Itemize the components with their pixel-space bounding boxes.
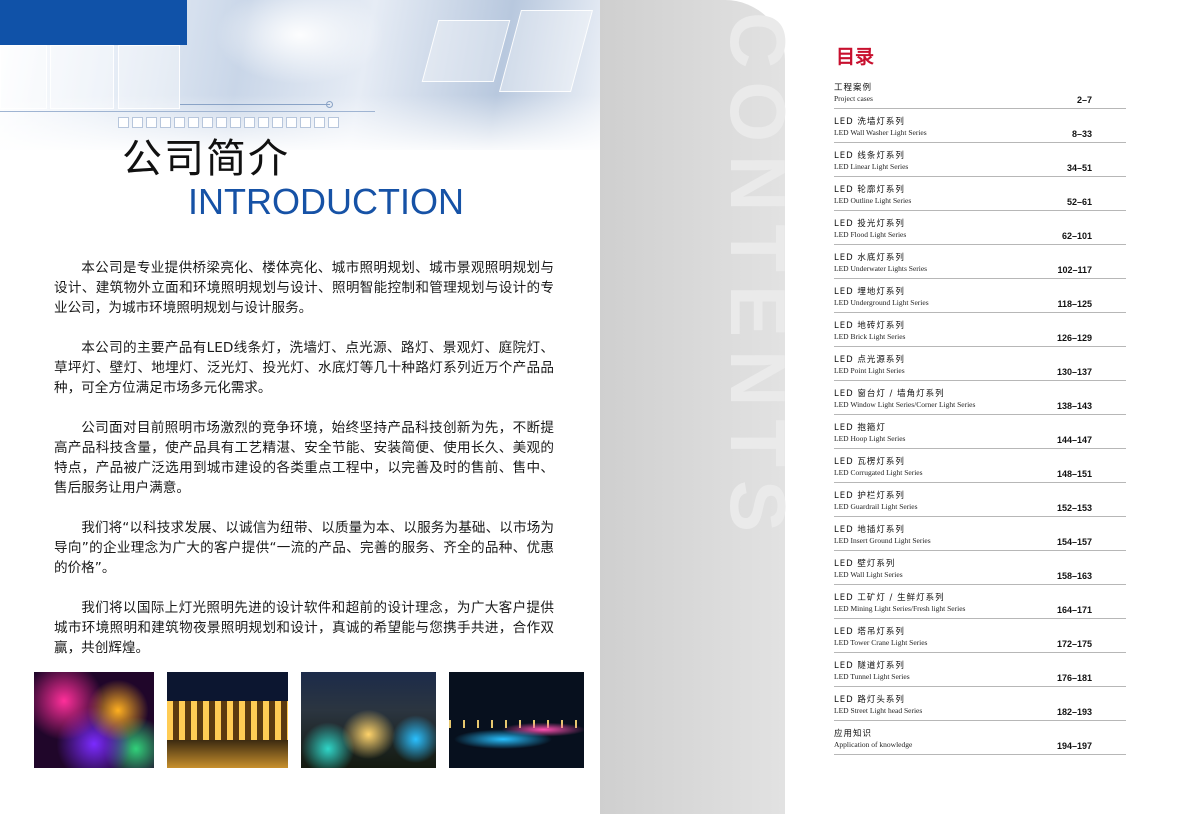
toc-item-cn: LED 投光灯系列 [834, 219, 905, 229]
toc-item[interactable]: LED 轮廓灯系列 LED Outline Light Series 52–61 [834, 182, 1126, 211]
toc-item[interactable]: LED 洗墙灯系列 LED Wall Washer Light Series 8–3… [834, 114, 1126, 143]
toc-item-pages: 194–197 [1056, 741, 1092, 751]
toc-item-cn: LED 窗台灯 / 墙角灯系列 [834, 389, 945, 399]
toc-item[interactable]: LED 抱箍灯 LED Hoop Light Series 144–147 [834, 420, 1126, 449]
toc-item-cn: LED 瓦楞灯系列 [834, 457, 905, 467]
photo-lit-pavilion-park [301, 672, 436, 768]
toc-item-cn: LED 路灯头系列 [834, 695, 905, 705]
toc-item-pages: 152–153 [1056, 503, 1092, 513]
photo-lit-ancient-building [167, 672, 288, 768]
toc-item[interactable]: LED 隧道灯系列 LED Tunnel Light Series 176–181 [834, 658, 1126, 687]
toc-item[interactable]: LED 投光灯系列 LED Flood Light Series 62–101 [834, 216, 1126, 245]
toc-item-pages: 176–181 [1056, 673, 1092, 683]
toc-item[interactable]: LED 点光源系列 LED Point Light Series 130–137 [834, 352, 1126, 381]
toc-item[interactable]: LED 路灯头系列 LED Street Light head Series 182… [834, 692, 1126, 721]
toc-item-cn: LED 线条灯系列 [834, 151, 905, 161]
toc-item-cn: LED 轮廓灯系列 [834, 185, 905, 195]
toc-item[interactable]: LED 水底灯系列 LED Underwater Lights Series 102… [834, 250, 1126, 279]
toc-item-cn: LED 抱箍灯 [834, 423, 886, 433]
toc-item-cn: LED 水底灯系列 [834, 253, 905, 263]
toc-item-pages: 102–117 [1057, 265, 1092, 275]
toc-item[interactable]: LED 塔吊灯系列 LED Tower Crane Light Series 172… [834, 624, 1126, 653]
right-page-contents: CONTENTS 目录 工程案例 Project cases 2–7 LED 洗墙灯… [600, 0, 1200, 814]
toc-item-cn: LED 地砖灯系列 [834, 321, 905, 331]
toc-item-pages: 52–61 [1066, 197, 1092, 207]
toc-list: 工程案例 Project cases 2–7 LED 洗墙灯系列 LED Wall W… [834, 80, 1126, 760]
toc-item[interactable]: LED 地插灯系列 LED Insert Ground Light Series 1… [834, 522, 1126, 551]
toc-item-pages: 172–175 [1056, 639, 1092, 649]
toc-item-pages: 154–157 [1056, 537, 1092, 547]
toc-item-cn: LED 地插灯系列 [834, 525, 905, 535]
photo-illuminated-trees [34, 672, 154, 768]
toc-item-cn: LED 塔吊灯系列 [834, 627, 905, 637]
intro-paragraph: 本公司是专业提供桥梁亮化、楼体亮化、城市照明规划、城市景观照明规划与设计、建筑物… [54, 260, 554, 316]
toc-title: 目录 [836, 46, 875, 68]
toc-item-pages: 62–101 [1061, 231, 1092, 241]
toc-item[interactable]: LED 工矿灯 / 生鲜灯系列 LED Mining Light Series/F… [834, 590, 1126, 619]
intro-body: 本公司是专业提供桥梁亮化、楼体亮化、城市照明规划、城市景观照明规划与设计、建筑物… [54, 258, 554, 678]
toc-item[interactable]: 应用知识 Application of knowledge 194–197 [834, 726, 1126, 755]
decorative-line [0, 111, 375, 112]
toc-item-cn: 应用知识 [834, 729, 873, 739]
decorative-square-row [118, 117, 339, 128]
toc-item-pages: 144–147 [1056, 435, 1092, 445]
blue-corner-tab [0, 0, 187, 45]
left-page-introduction: 公司简介 INTRODUCTION 本公司是专业提供桥梁亮化、楼体亮化、城市照明… [0, 0, 600, 814]
intro-title-chinese: 公司简介 [122, 136, 290, 182]
intro-paragraph: 我们将“以科技求发展、以诚信为纽带、以质量为本、以服务为基础、以市场为导向”的企… [54, 520, 554, 576]
intro-paragraph: 本公司的主要产品有LED线条灯，洗墙灯、点光源、路灯、景观灯、庭院灯、草坪灯、壁… [54, 340, 554, 396]
toc-item-cn: LED 隧道灯系列 [834, 661, 905, 671]
toc-item-pages: 2–7 [1076, 95, 1092, 105]
toc-item-pages: 182–193 [1056, 707, 1092, 717]
toc-item[interactable]: LED 护栏灯系列 LED Guardrail Light Series 152–1… [834, 488, 1126, 517]
toc-item-cn: LED 壁灯系列 [834, 559, 896, 569]
toc-item[interactable]: LED 地砖灯系列 LED Brick Light Series 126–129 [834, 318, 1126, 347]
intro-paragraph: 公司面对目前照明市场激烈的竞争环境，始终坚持产品科技创新为先，不断提高产品科技含… [54, 420, 554, 496]
toc-item-cn: LED 点光源系列 [834, 355, 905, 365]
toc-item-pages: 34–51 [1066, 163, 1092, 173]
intro-title-english: INTRODUCTION [188, 181, 464, 222]
project-photo-row [34, 672, 584, 768]
toc-item-cn: 工程案例 [834, 83, 873, 93]
toc-item[interactable]: LED 瓦楞灯系列 LED Corrugated Light Series 148–… [834, 454, 1126, 483]
toc-item-pages: 148–151 [1056, 469, 1092, 479]
toc-item-pages: 164–171 [1056, 605, 1092, 615]
toc-item[interactable]: LED 埋地灯系列 LED Underground Light Series 118… [834, 284, 1126, 313]
toc-item-pages: 8–33 [1071, 129, 1092, 139]
contents-watermark: CONTENTS [714, 12, 802, 545]
toc-item[interactable]: 工程案例 Project cases 2–7 [834, 80, 1126, 109]
toc-item-cn: LED 工矿灯 / 生鲜灯系列 [834, 593, 945, 603]
decorative-line [180, 104, 330, 105]
decorative-dot [326, 101, 333, 108]
toc-item-cn: LED 埋地灯系列 [834, 287, 905, 297]
toc-item-pages: 130–137 [1056, 367, 1092, 377]
toc-item-pages: 126–129 [1056, 333, 1092, 343]
toc-item-cn: LED 护栏灯系列 [834, 491, 905, 501]
toc-item[interactable]: LED 壁灯系列 LED Wall Light Series 158–163 [834, 556, 1126, 585]
toc-item-pages: 158–163 [1056, 571, 1092, 581]
toc-item-cn: LED 洗墙灯系列 [834, 117, 905, 127]
photo-night-plaza-lighting [449, 672, 584, 768]
toc-item[interactable]: LED 窗台灯 / 墙角灯系列 LED Window Light Series/C… [834, 386, 1126, 415]
toc-item[interactable]: LED 线条灯系列 LED Linear Light Series 34–51 [834, 148, 1126, 177]
intro-paragraph: 我们将以国际上灯光照明先进的设计软件和超前的设计理念，为广大客户提供城市环境照明… [54, 600, 554, 656]
toc-item-pages: 118–125 [1057, 299, 1092, 309]
toc-item-pages: 138–143 [1056, 401, 1092, 411]
